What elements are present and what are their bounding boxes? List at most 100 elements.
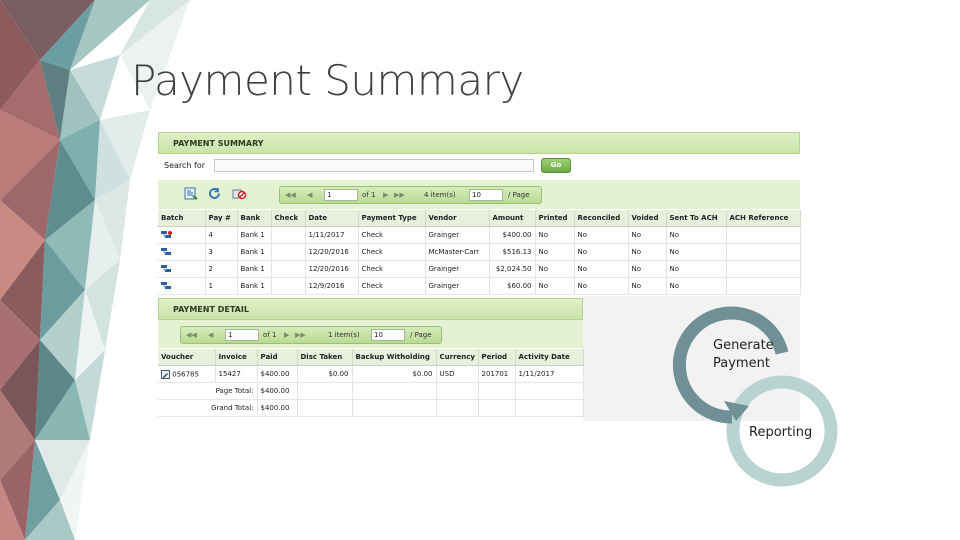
detail-first-page-button[interactable]: ◀◀ [186,329,197,341]
type-cell: Check [358,243,426,261]
bank-cell: Bank 1 [237,226,272,244]
batch-cell[interactable] [158,226,206,244]
summary-header-row: Batch Pay # Bank Check Date Payment Type Vendo… [158,210,801,227]
detail-pager: ◀◀ ◀ 1 of 1 ▶ ▶▶ 1 item(s) 10 / Page [180,326,442,344]
check-cell [271,243,306,261]
edit-icon[interactable] [161,369,170,379]
detail-prev-page-button[interactable]: ◀ [208,329,213,341]
reconciled-cell: No [574,226,629,244]
page-of-label: of 1 [362,191,376,199]
export-icon[interactable] [184,187,198,200]
reconciled-cell: No [574,243,629,261]
generate-payment-label: Generate Payment [713,338,774,371]
amount-cell: $516.13 [489,243,536,261]
reconciled-cell: No [574,260,629,278]
page-total-label: Page Total: [158,382,258,400]
disc-cell: $0.00 [297,365,353,383]
refresh-icon[interactable] [208,187,222,200]
page-size-label: / Page [508,191,530,199]
first-page-button[interactable]: ◀◀ [285,189,296,201]
summary-col-0[interactable]: Batch [158,210,206,227]
batch-icon[interactable] [161,231,172,239]
pay-cell: 1 [205,277,238,295]
payment-detail-header: PAYMENT DETAIL [158,298,583,320]
detail-row[interactable]: 056785 15427 $400.00 $0.00 $0.00 USD 201… [158,365,584,383]
amount-cell: $400.00 [489,226,536,244]
detail-page-number-input[interactable]: 1 [225,329,259,341]
check-cell [271,226,306,244]
search-input[interactable] [214,159,534,172]
grand-total-label: Grand Total: [158,399,258,417]
detail-col-6[interactable]: Period [478,349,516,366]
item-count: 4 item(s) [424,191,456,199]
detail-page-size-input[interactable]: 10 [371,329,405,341]
detail-col-0[interactable]: Voucher [158,349,216,366]
summary-col-3[interactable]: Check [271,210,306,227]
table-row[interactable]: 2 Bank 1 12/20/2016 Check Grainger $2,024.50 N… [158,260,801,278]
printed-cell: No [535,243,575,261]
detail-col-4[interactable]: Backup Witholding [352,349,437,366]
page-size-input[interactable]: 10 [469,189,503,201]
voided-cell: No [628,226,667,244]
activity-date-cell: 1/11/2017 [515,365,584,383]
voided-cell: No [628,243,667,261]
batch-cell[interactable] [158,243,206,261]
detail-col-1[interactable]: Invoice [215,349,258,366]
type-cell: Check [358,277,426,295]
ach-cell: No [666,226,727,244]
page-total-row: Page Total: $400.00 [158,382,584,400]
batch-icon[interactable] [161,282,172,290]
detail-col-5[interactable]: Currency [436,349,479,366]
grand-total-value: $400.00 [257,399,298,417]
page-number-input[interactable]: 1 [324,189,358,201]
ach-cell: No [666,243,727,261]
detail-next-page-button[interactable]: ▶ [284,329,289,341]
summary-col-7[interactable]: Amount [489,210,536,227]
batch-cell[interactable] [158,260,206,278]
summary-col-1[interactable]: Pay # [205,210,238,227]
summary-col-10[interactable]: Voided [628,210,667,227]
batch-icon[interactable] [161,265,172,273]
detail-last-page-button[interactable]: ▶▶ [295,329,306,341]
grand-total-row: Grand Total: $400.00 [158,399,584,417]
ach_ref-cell [726,260,801,278]
voided-cell: No [628,277,667,295]
detail-item-count: 1 item(s) [328,331,360,339]
summary-col-9[interactable]: Reconciled [574,210,629,227]
detail-col-3[interactable]: Disc Taken [297,349,353,366]
bank-cell: Bank 1 [237,277,272,295]
bank-cell: Bank 1 [237,260,272,278]
printed-cell: No [535,226,575,244]
batch-icon[interactable] [161,248,172,256]
summary-col-5[interactable]: Payment Type [358,210,426,227]
summary-col-2[interactable]: Bank [237,210,272,227]
period-cell: 201701 [478,365,516,383]
batch-cell[interactable] [158,277,206,295]
printed-cell: No [535,277,575,295]
detail-page-of-label: of 1 [263,331,277,339]
table-row[interactable]: 4 Bank 1 1/11/2017 Check Grainger $400.00 No No… [158,226,801,244]
go-button[interactable]: Go [541,158,571,173]
summary-col-6[interactable]: Vendor [425,210,490,227]
summary-col-12[interactable]: ACH Reference [726,210,801,227]
summary-col-8[interactable]: Printed [535,210,575,227]
currency-cell: USD [436,365,479,383]
table-row[interactable]: 3 Bank 1 12/20/2016 Check McMaster-Carr $516.… [158,243,801,261]
vendor-cell: Grainger [425,277,490,295]
date-cell: 1/11/2017 [305,226,359,244]
summary-col-11[interactable]: Sent To ACH [666,210,727,227]
date-cell: 12/20/2016 [305,260,359,278]
detail-page-size-label: / Page [410,331,432,339]
paid-cell: $400.00 [257,365,298,383]
invoice-cell: 15427 [215,365,258,383]
void-icon[interactable] [232,187,246,200]
next-page-button[interactable]: ▶ [383,189,388,201]
last-page-button[interactable]: ▶▶ [394,189,405,201]
type-cell: Check [358,260,426,278]
detail-col-7[interactable]: Activity Date [515,349,584,366]
pay-cell: 4 [205,226,238,244]
detail-col-2[interactable]: Paid [257,349,298,366]
summary-col-4[interactable]: Date [305,210,359,227]
prev-page-button[interactable]: ◀ [307,189,312,201]
slide-title: Payment Summary [131,56,524,105]
